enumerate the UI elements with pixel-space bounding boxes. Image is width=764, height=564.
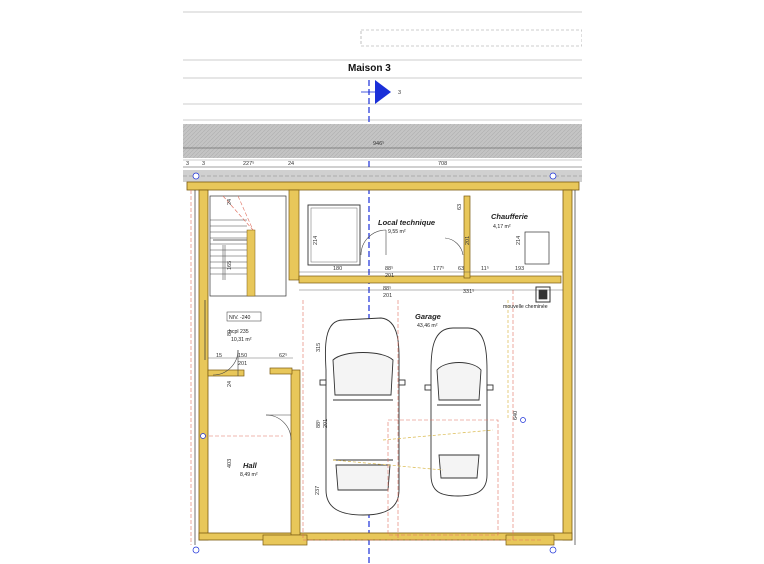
dim-hall-4: 15 xyxy=(216,353,222,359)
staircase xyxy=(210,219,256,297)
room-local-name: Local technique xyxy=(378,218,435,227)
vdim-3: 315 xyxy=(316,343,322,352)
dim-top-1: 3 xyxy=(186,161,189,167)
room-garage-name: Garage xyxy=(415,312,441,321)
level-tag-label: NIV. -240 xyxy=(229,315,251,321)
vdim-10: 214 xyxy=(313,236,319,245)
dim-hall-2: 201 xyxy=(238,361,247,367)
room-local-area: 9,55 m² xyxy=(388,229,406,235)
room-chaufferie-area: 4,17 m² xyxy=(493,224,511,230)
section-marker-label: 3 xyxy=(398,90,401,96)
room-hall-name: Hall xyxy=(243,461,258,470)
top-dimension-chain: 3 3 227⁵ 24 708 xyxy=(183,160,582,168)
room-hall-area: 8,49 m² xyxy=(240,472,258,478)
vdim-6: 403 xyxy=(227,459,233,468)
dim-mid-3: 331⁵ xyxy=(463,288,474,295)
vdim-8: 88⁵ xyxy=(315,420,322,428)
floor-plan-drawing: Maison 3 3 946⁵ 3 3 227⁵ 24 708 Local te… xyxy=(183,11,582,564)
room-wc-area: 10,31 m² xyxy=(231,337,252,343)
dim-local-3: 201 xyxy=(385,273,394,279)
hall-row-dimensions: 150 201 62⁵ 15 xyxy=(208,352,293,367)
dim-mid-1: 88⁵ xyxy=(383,285,391,292)
car-left xyxy=(319,317,406,516)
vdim-14: 640 xyxy=(513,411,519,420)
vdim-5: 24 xyxy=(227,381,233,387)
dim-top-5: 708 xyxy=(438,161,447,167)
dim-hall-1: 150 xyxy=(238,353,247,359)
chimney-note: mouvelle cheminée xyxy=(503,304,548,310)
dim-top-2: 3 xyxy=(202,161,205,167)
room-garage-area: 43,46 m² xyxy=(417,323,438,329)
vdim-2: 165 xyxy=(227,261,233,270)
plan-title: Maison 3 xyxy=(348,63,391,74)
dim-local-7: 193 xyxy=(515,266,524,272)
vdim-1: 24 xyxy=(227,199,233,205)
vdim-12: 63 xyxy=(457,204,463,210)
dim-hall-3: 62⁵ xyxy=(279,352,287,359)
dim-local-5: 63 xyxy=(458,266,464,272)
mid-row-dimensions: 88⁵ 201 331⁵ xyxy=(299,285,563,299)
room-chaufferie-name: Chaufferie xyxy=(491,212,528,221)
dim-local-4: 177⁵ xyxy=(433,265,444,272)
vdim-13: 201 xyxy=(465,236,471,245)
vdim-9: 201 xyxy=(323,419,329,428)
dim-local-6: 11⁵ xyxy=(481,265,489,272)
vdim-7: 237 xyxy=(315,486,321,495)
dim-local-1: 180 xyxy=(333,266,342,272)
dim-local-2: 88⁵ xyxy=(385,265,393,272)
dim-overall: 946⁵ xyxy=(373,140,384,147)
floor-plan-sheet: Maison 3 3 946⁵ 3 3 227⁵ 24 708 Local te… xyxy=(183,0,582,564)
vdim-4: 80 xyxy=(227,330,233,336)
dim-top-4: 24 xyxy=(288,161,294,167)
dim-mid-2: 201 xyxy=(383,293,392,299)
dim-top-3: 227⁵ xyxy=(243,160,254,167)
car-right xyxy=(424,327,494,497)
vdim-11: 214 xyxy=(516,236,522,245)
